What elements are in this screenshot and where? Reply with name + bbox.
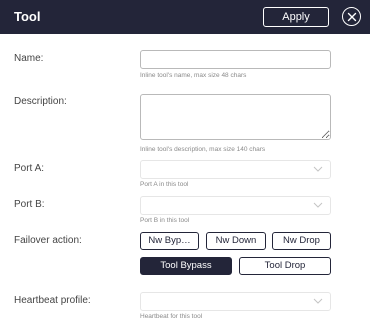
port-b-hint: Port B in this tool (140, 217, 190, 224)
close-icon (347, 12, 356, 21)
port-a-select[interactable] (140, 160, 331, 179)
chevron-down-icon (313, 298, 323, 304)
failover-label: Failover action: (14, 235, 82, 246)
port-b-select[interactable] (140, 196, 331, 215)
dialog-header: Tool Apply (0, 0, 370, 34)
heartbeat-label: Heartbeat profile: (14, 295, 91, 306)
failover-option-tool-drop[interactable]: Tool Drop (239, 257, 331, 275)
description-hint: Inline tool's description, max size 140 … (140, 146, 266, 153)
heartbeat-hint: Heartbeat for this tool (140, 313, 203, 320)
description-input[interactable] (140, 94, 331, 140)
description-label: Description: (14, 96, 67, 107)
close-button[interactable] (342, 7, 361, 26)
apply-button[interactable]: Apply (263, 7, 329, 27)
port-a-label: Port A: (14, 163, 45, 174)
failover-option-nw-drop[interactable]: Nw Drop (272, 232, 331, 250)
port-a-hint: Port A in this tool (140, 181, 189, 188)
name-input[interactable] (140, 50, 331, 69)
name-label: Name: (14, 53, 44, 64)
failover-option-tool-bypass[interactable]: Tool Bypass (140, 257, 232, 275)
failover-option-nw-bypass[interactable]: Nw Byp… (140, 232, 199, 250)
dialog-title: Tool (14, 9, 41, 24)
port-b-label: Port B: (14, 199, 45, 210)
chevron-down-icon (313, 202, 323, 208)
chevron-down-icon (313, 166, 323, 172)
failover-option-nw-down[interactable]: Nw Down (206, 232, 266, 250)
heartbeat-select[interactable] (140, 292, 331, 311)
name-hint: Inline tool's name, max size 48 chars (140, 72, 247, 79)
